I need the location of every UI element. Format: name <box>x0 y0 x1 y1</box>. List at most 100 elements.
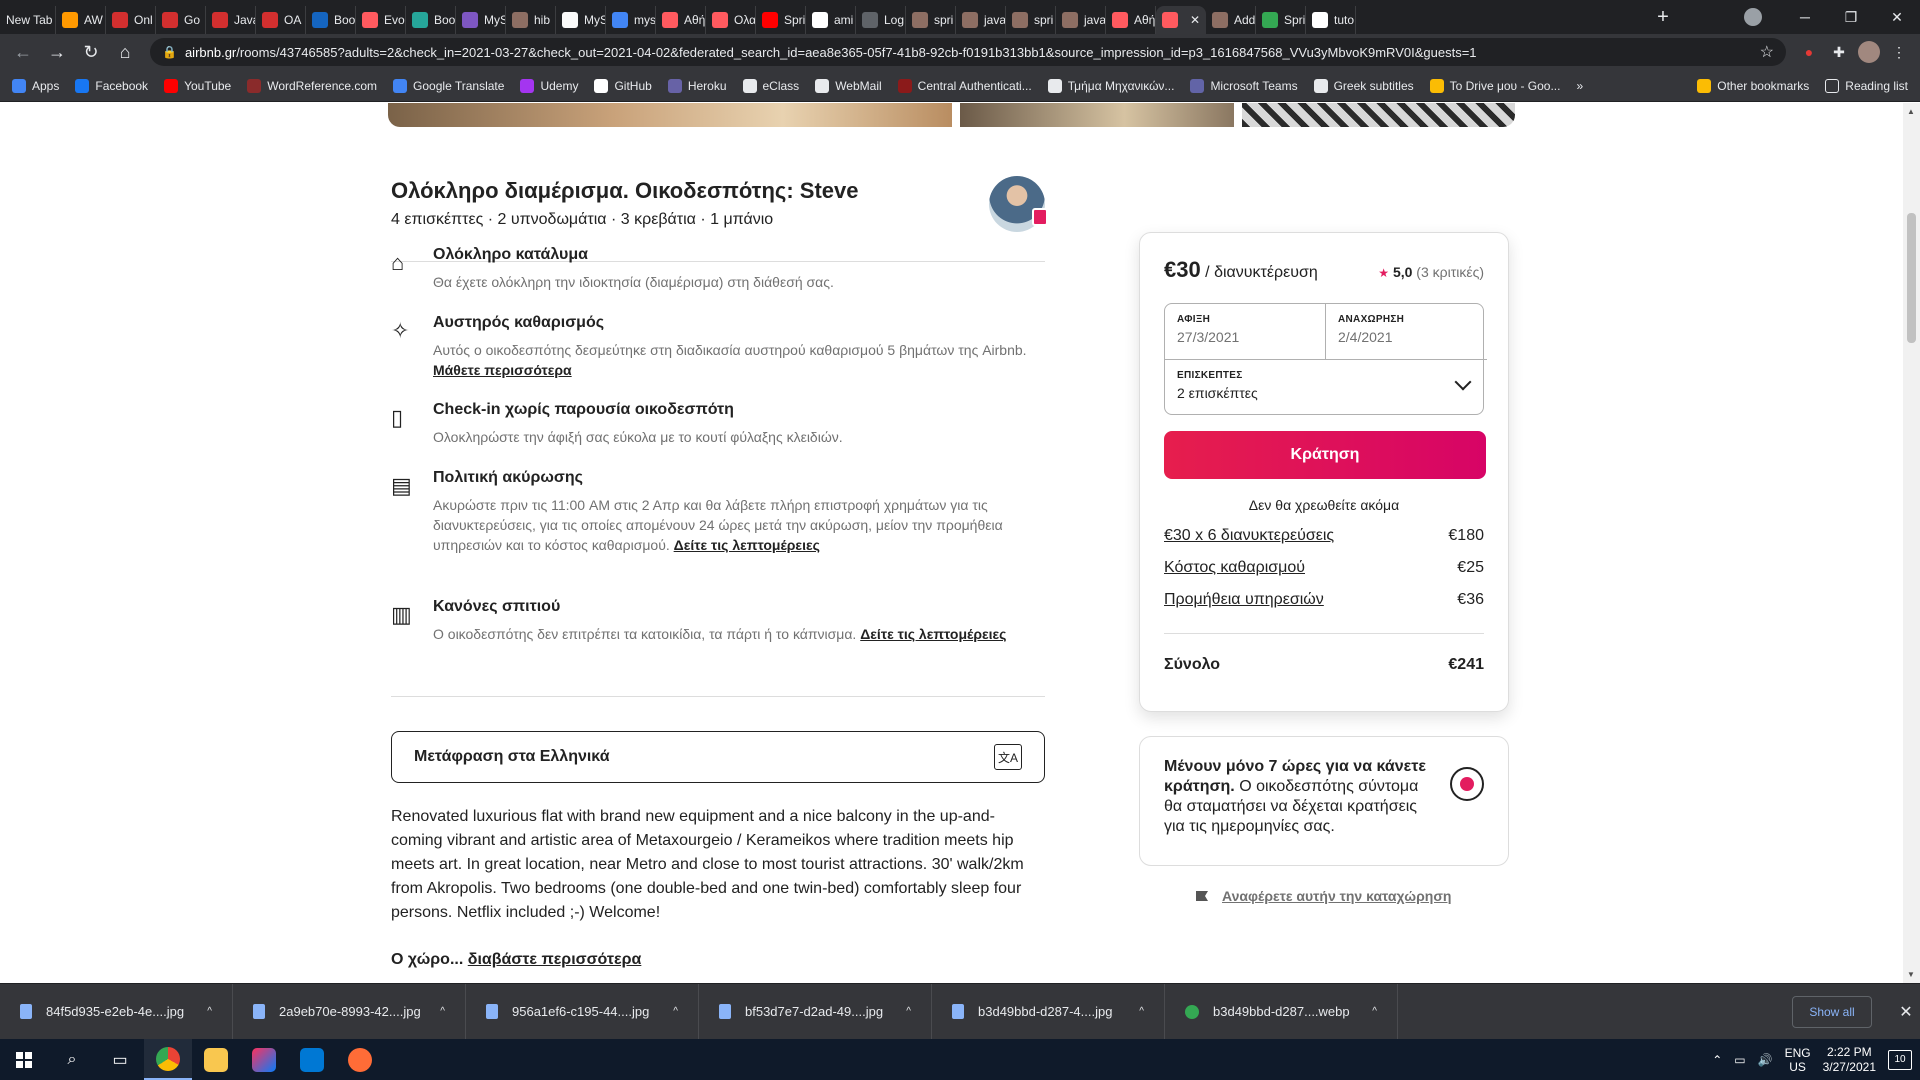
bookmark-item[interactable]: Apps <box>12 78 59 93</box>
page-scrollbar[interactable]: ▲ ▼ <box>1903 103 1920 983</box>
network-icon[interactable]: ▭ <box>1734 1053 1745 1067</box>
profile-menu-icon[interactable] <box>1744 8 1762 26</box>
browser-tab[interactable]: New Tab <box>0 6 56 34</box>
minimize-icon[interactable]: ─ <box>1782 9 1828 25</box>
browser-tab[interactable]: Spri <box>756 6 806 34</box>
vscode-icon[interactable] <box>288 1039 336 1080</box>
bookmarks-overflow-icon[interactable]: » <box>1576 79 1583 93</box>
bookmark-item[interactable]: Heroku <box>667 78 727 93</box>
browser-tab[interactable]: Add <box>1206 6 1256 34</box>
browser-tab[interactable]: java <box>956 6 1006 34</box>
browser-tab[interactable]: AW <box>56 6 106 34</box>
back-icon[interactable]: ← <box>8 37 38 67</box>
browser-tab[interactable]: hib <box>506 6 556 34</box>
bookmark-item[interactable]: WordReference.com <box>247 78 377 93</box>
bookmark-item[interactable]: Central Authenticati... <box>897 78 1032 93</box>
browser-tab[interactable]: Go <box>156 6 206 34</box>
rating[interactable]: ★ 5,0 (3 κριτικές) <box>1378 264 1484 280</box>
search-icon[interactable]: ⌕ <box>48 1039 96 1080</box>
browser-tab[interactable]: tuto <box>1306 6 1356 34</box>
browser-tab[interactable]: java <box>1056 6 1106 34</box>
listing-photo-3[interactable] <box>1242 103 1515 127</box>
browser-tab[interactable]: Onl <box>106 6 156 34</box>
download-item[interactable]: 956a1ef6-c195-44....jpg ^ <box>466 983 699 1040</box>
download-item[interactable]: 2a9eb70e-8993-42....jpg ^ <box>233 983 466 1040</box>
bookmark-item[interactable]: GitHub <box>594 78 652 93</box>
bookmark-item[interactable]: Greek subtitles <box>1313 78 1414 93</box>
chevron-up-icon[interactable]: ^ <box>1372 1006 1377 1017</box>
browser-tab[interactable]: Java <box>206 6 256 34</box>
chevron-up-icon[interactable]: ^ <box>440 1006 445 1017</box>
clock[interactable]: 2:22 PM 3/27/2021 <box>1823 1045 1876 1075</box>
browser-tab[interactable]: Boo <box>406 6 456 34</box>
bookmark-item[interactable]: Τμήμα Μηχανικών... <box>1047 78 1174 93</box>
extensions-puzzle-icon[interactable]: ✚ <box>1826 39 1852 65</box>
reload-icon[interactable]: ↻ <box>76 37 106 67</box>
tray-chevron-icon[interactable]: ⌃ <box>1712 1053 1722 1067</box>
bookmark-item[interactable]: YouTube <box>164 78 231 93</box>
scroll-up-icon[interactable]: ▲ <box>1907 107 1915 116</box>
home-icon[interactable]: ⌂ <box>110 37 140 67</box>
translate-button[interactable]: Μετάφραση στα Ελληνικά 文A <box>391 731 1045 783</box>
browser-tab[interactable]: Ολα <box>706 6 756 34</box>
browser-tab[interactable]: ami <box>806 6 856 34</box>
volume-icon[interactable]: 🔊 <box>1758 1053 1773 1067</box>
close-tab-icon[interactable]: ✕ <box>1190 13 1200 27</box>
highlight-link[interactable]: Δείτε τις λεπτομέρειες <box>860 626 1006 642</box>
windows-start-icon[interactable] <box>0 1039 48 1080</box>
report-listing[interactable]: Αναφέρετε αυτήν την καταχώρηση <box>1196 888 1451 904</box>
download-item[interactable]: 84f5d935-e2eb-4e....jpg ^ <box>0 983 233 1040</box>
other-bookmarks[interactable]: Other bookmarks <box>1697 78 1809 93</box>
browser-tab[interactable]: Αθή <box>656 6 706 34</box>
restore-icon[interactable]: ❐ <box>1828 9 1874 26</box>
browser-tab[interactable]: ✕ <box>1156 6 1206 34</box>
postman-icon[interactable] <box>336 1039 384 1080</box>
fee-label[interactable]: €30 x 6 διανυκτερεύσεις <box>1164 527 1334 545</box>
chevron-up-icon[interactable]: ^ <box>207 1006 212 1017</box>
task-view-icon[interactable]: ▭ <box>96 1039 144 1080</box>
browser-tab[interactable]: spri <box>1006 6 1056 34</box>
download-item[interactable]: b3d49bbd-d287-4....jpg ^ <box>932 983 1165 1040</box>
browser-tab[interactable]: Log <box>856 6 906 34</box>
chevron-up-icon[interactable]: ^ <box>673 1006 678 1017</box>
reading-list[interactable]: Reading list <box>1825 78 1908 93</box>
bookmark-item[interactable]: Microsoft Teams <box>1190 78 1298 93</box>
read-more-link[interactable]: διαβάστε περισσότερα <box>468 951 642 968</box>
browser-tab[interactable]: spri <box>906 6 956 34</box>
browser-tab[interactable]: OA <box>256 6 306 34</box>
chevron-up-icon[interactable]: ^ <box>906 1006 911 1017</box>
language-indicator[interactable]: ENG US <box>1785 1046 1811 1074</box>
browser-tab[interactable]: Boo <box>306 6 356 34</box>
bookmark-star-icon[interactable]: ☆ <box>1760 42 1774 62</box>
close-downloads-icon[interactable]: ✕ <box>1892 1002 1920 1022</box>
checkin-field[interactable]: ΑΦΙΞΗ 27/3/2021 <box>1165 304 1326 360</box>
browser-tab[interactable]: Spri <box>1256 6 1306 34</box>
intellij-icon[interactable] <box>240 1039 288 1080</box>
bookmark-item[interactable]: WebMail <box>815 78 882 93</box>
notifications-icon[interactable]: 10 <box>1888 1049 1912 1070</box>
download-item[interactable]: bf53d7e7-d2ad-49....jpg ^ <box>699 983 932 1040</box>
report-link[interactable]: Αναφέρετε αυτήν την καταχώρηση <box>1222 888 1451 904</box>
bookmark-item[interactable]: Google Translate <box>393 78 504 93</box>
checkout-field[interactable]: ΑΝΑΧΩΡΗΣΗ 2/4/2021 <box>1326 304 1487 360</box>
avatar[interactable] <box>1856 39 1882 65</box>
extension-icon[interactable]: ● <box>1796 39 1822 65</box>
file-explorer-icon[interactable] <box>192 1039 240 1080</box>
fee-label[interactable]: Προμήθεια υπηρεσιών <box>1164 591 1324 609</box>
listing-photo-2[interactable] <box>960 103 1234 127</box>
bookmark-item[interactable]: To Drive μου - Goo... <box>1429 78 1560 93</box>
chevron-up-icon[interactable]: ^ <box>1139 1006 1144 1017</box>
bookmark-item[interactable]: Udemy <box>520 78 578 93</box>
fee-label[interactable]: Κόστος καθαρισμού <box>1164 559 1305 577</box>
bookmark-item[interactable]: eClass <box>742 78 799 93</box>
browser-tab[interactable]: MyS <box>456 6 506 34</box>
scroll-down-icon[interactable]: ▼ <box>1907 970 1915 979</box>
forward-icon[interactable]: → <box>42 37 72 67</box>
browser-tab[interactable]: Evo <box>356 6 406 34</box>
browser-tab[interactable]: Αθή <box>1106 6 1156 34</box>
browser-tab[interactable]: mys <box>606 6 656 34</box>
chrome-app-icon[interactable] <box>144 1039 192 1080</box>
browser-tab[interactable]: MyS <box>556 6 606 34</box>
menu-kebab-icon[interactable]: ⋮ <box>1886 39 1912 65</box>
close-window-icon[interactable]: ✕ <box>1874 9 1920 26</box>
